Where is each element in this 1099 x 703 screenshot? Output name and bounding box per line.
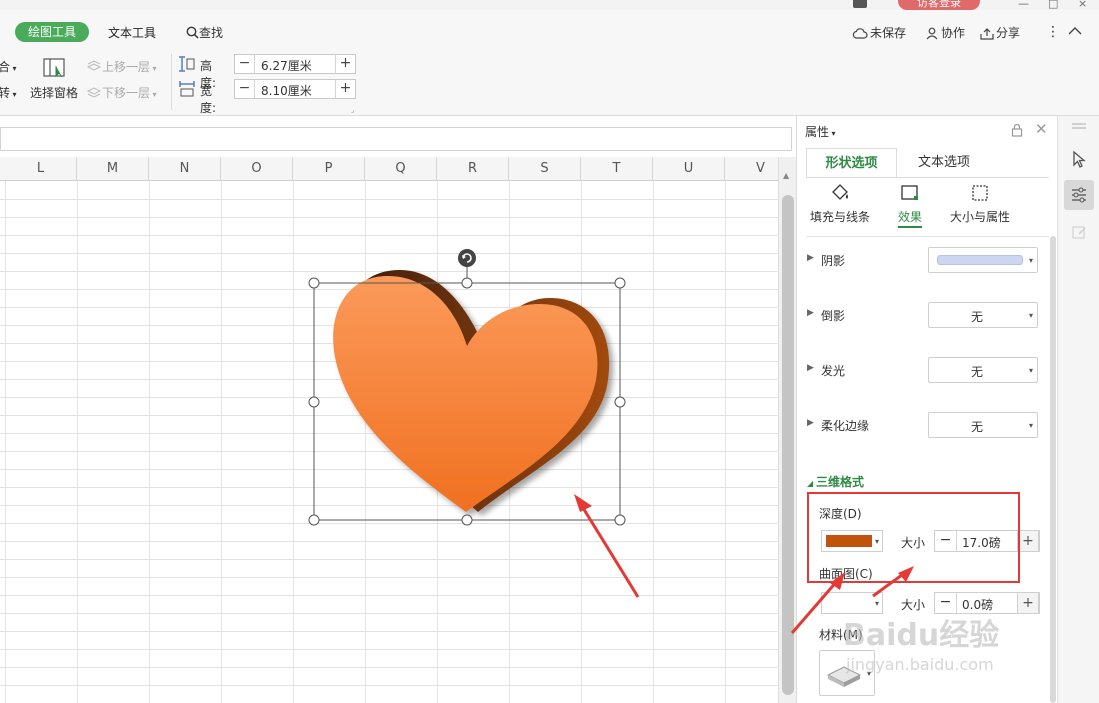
- soft-edge-value: 无: [970, 420, 983, 434]
- three-d-format-section[interactable]: ◢ 三维格式: [807, 473, 864, 490]
- reflection-dropdown[interactable]: 无 ▾: [928, 302, 1038, 328]
- expand-icon: ▶: [807, 308, 814, 318]
- tab-shape-options[interactable]: 形状选项: [806, 148, 897, 178]
- watermark-url: jingyan.baidu.com: [846, 655, 994, 674]
- close-panel-icon[interactable]: ✕: [1035, 120, 1048, 138]
- panel-title[interactable]: 属性 ▾: [805, 123, 836, 140]
- glow-dropdown[interactable]: 无 ▾: [928, 357, 1038, 383]
- share-icon: [980, 28, 994, 40]
- heart-shape[interactable]: [333, 270, 610, 512]
- unsaved-button[interactable]: 未保存: [852, 24, 906, 41]
- properties-settings-icon[interactable]: [1064, 180, 1094, 210]
- resize-handle[interactable]: [614, 277, 626, 289]
- soft-edge-row[interactable]: ▶ 柔化边缘 无 ▾: [807, 412, 1038, 438]
- side-rail: [1057, 116, 1099, 703]
- effects-icon: [901, 185, 918, 200]
- scrollbar-thumb[interactable]: [782, 195, 794, 695]
- shadow-dropdown[interactable]: ▾: [928, 247, 1038, 273]
- resize-handle[interactable]: [308, 396, 320, 408]
- resize-handle[interactable]: [461, 514, 473, 526]
- login-button[interactable]: 访客登录: [898, 0, 980, 10]
- dropdown-caret-icon: ▾: [1028, 421, 1033, 430]
- tab-underline: [806, 177, 1049, 178]
- resize-handle[interactable]: [614, 396, 626, 408]
- user-icon: [926, 27, 938, 40]
- contour-color-swatch: [826, 597, 872, 609]
- depth-size-increase-button[interactable]: +: [1017, 530, 1039, 552]
- share-label: 分享: [996, 26, 1021, 40]
- contour-size-increase-button[interactable]: +: [1017, 592, 1039, 614]
- dropdown-caret-icon: ▾: [1028, 256, 1033, 265]
- collaborate-button[interactable]: 协作: [926, 24, 965, 41]
- select-cursor-icon[interactable]: [1064, 144, 1094, 174]
- share-button[interactable]: 分享: [980, 24, 1020, 41]
- size-properties-icon: [972, 185, 988, 201]
- subtab-divider: [806, 236, 1049, 237]
- dropdown-caret-icon: ▾: [1028, 311, 1033, 320]
- canvas-overlay: [308, 249, 640, 598]
- scroll-up-icon[interactable]: ▲: [783, 171, 789, 180]
- tab-text-options[interactable]: 文本选项: [897, 148, 991, 178]
- expand-icon: ▶: [807, 363, 814, 373]
- expand-icon: ▶: [807, 253, 814, 263]
- watermark-logo: Baidu经验: [843, 618, 1000, 653]
- soft-edge-label: 柔化边缘: [821, 419, 870, 433]
- expand-icon: ▶: [807, 418, 814, 428]
- unsaved-label: 未保存: [870, 26, 907, 40]
- glow-row[interactable]: ▶ 发光 无 ▾: [807, 357, 1038, 383]
- maximize-icon[interactable]: □: [1048, 0, 1058, 9]
- glow-label: 发光: [821, 364, 846, 378]
- subtab-effects[interactable]: 效果: [893, 182, 927, 228]
- resize-handle[interactable]: [461, 277, 473, 289]
- collapse-ribbon-icon[interactable]: [1068, 22, 1084, 36]
- vertical-scrollbar[interactable]: ▲: [778, 157, 796, 703]
- minimize-icon[interactable]: —: [1018, 0, 1029, 9]
- reflection-label: 倒影: [821, 309, 846, 323]
- heart-face: [333, 276, 598, 512]
- rotate-handle-icon[interactable]: [458, 249, 476, 267]
- glow-value: 无: [970, 365, 983, 379]
- subtab-size-properties[interactable]: 大小与属性: [947, 182, 1013, 225]
- cloud-icon: [852, 28, 868, 39]
- close-window-icon[interactable]: ×: [1078, 0, 1087, 9]
- panel-scrollbar[interactable]: [1050, 236, 1056, 703]
- reflection-row[interactable]: ▶ 倒影 无 ▾: [807, 302, 1038, 328]
- shadow-row[interactable]: ▶ 阴影 ▾: [807, 247, 1038, 273]
- resize-handle[interactable]: [308, 514, 320, 526]
- dropdown-caret-icon: ▾: [1028, 366, 1033, 375]
- edit-icon[interactable]: [1064, 218, 1094, 248]
- lock-icon[interactable]: [1011, 123, 1023, 137]
- shadow-label: 阴影: [821, 254, 846, 268]
- resize-handle[interactable]: [614, 514, 626, 526]
- reflection-value: 无: [970, 310, 983, 324]
- resize-handle[interactable]: [308, 277, 320, 289]
- window-icon[interactable]: [853, 0, 867, 8]
- collaborate-label: 协作: [941, 26, 966, 40]
- shadow-preview: [937, 255, 1023, 265]
- soft-edge-dropdown[interactable]: 无 ▾: [928, 412, 1038, 438]
- fill-bucket-icon: [832, 184, 848, 200]
- more-icon[interactable]: ⋮: [1046, 24, 1060, 40]
- dropdown-caret-icon: ▾: [874, 599, 879, 608]
- annotation-arrow: [574, 494, 640, 598]
- subtab-fill-line[interactable]: 填充与线条: [809, 182, 871, 225]
- highlight-box: [807, 492, 1020, 583]
